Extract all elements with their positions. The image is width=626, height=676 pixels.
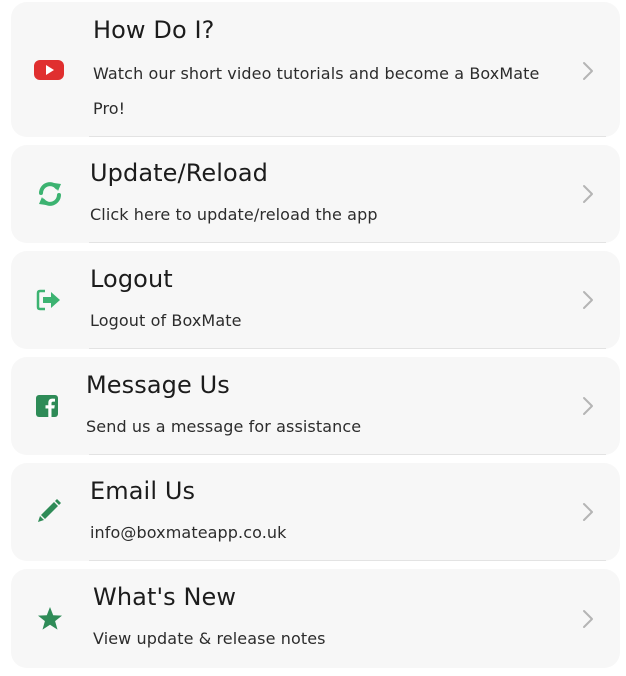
chevron-right-icon	[583, 397, 593, 415]
chevron-right-icon	[583, 503, 593, 521]
menu-item-title: Update/Reload	[90, 159, 268, 187]
facebook-icon	[35, 394, 59, 418]
divider	[89, 136, 606, 137]
menu-item-title: Email Us	[90, 477, 196, 505]
menu-item-update-reload[interactable]: Update/Reload Click here to update/reloa…	[11, 145, 620, 243]
menu-item-subtitle: info@boxmateapp.co.uk	[90, 523, 287, 542]
menu-item-subtitle: View update & release notes	[93, 629, 326, 648]
menu-item-title: Logout	[90, 265, 173, 293]
refresh-icon	[37, 181, 63, 207]
chevron-right-icon	[583, 291, 593, 309]
menu-item-whats-new[interactable]: What's New View update & release notes	[11, 569, 620, 668]
menu-item-title: Message Us	[86, 371, 230, 399]
divider	[89, 454, 606, 455]
chevron-right-icon	[583, 185, 593, 203]
menu-item-subtitle: Logout of BoxMate	[90, 311, 242, 330]
chevron-right-icon	[583, 610, 593, 628]
logout-icon	[36, 289, 62, 311]
menu-item-subtitle: Watch our short video tutorials and beco…	[93, 64, 540, 118]
menu-item-title: What's New	[93, 583, 237, 611]
divider	[89, 242, 606, 243]
menu-item-subtitle: Send us a message for assistance	[86, 417, 362, 436]
menu-item-logout[interactable]: Logout Logout of BoxMate	[11, 251, 620, 349]
pencil-icon	[36, 498, 62, 524]
youtube-icon	[33, 59, 65, 81]
settings-menu: How Do I? Watch our short video tutorial…	[0, 0, 626, 676]
menu-item-title: How Do I?	[93, 16, 215, 44]
menu-item-how-do-i[interactable]: How Do I? Watch our short video tutorial…	[11, 2, 620, 137]
menu-item-subtitle: Click here to update/reload the app	[90, 205, 378, 224]
chevron-right-icon	[583, 62, 593, 80]
menu-item-email-us[interactable]: Email Us info@boxmateapp.co.uk	[11, 463, 620, 561]
menu-item-message-us[interactable]: Message Us Send us a message for assista…	[11, 357, 620, 455]
divider	[89, 348, 606, 349]
star-icon	[37, 606, 63, 632]
divider	[89, 560, 606, 561]
